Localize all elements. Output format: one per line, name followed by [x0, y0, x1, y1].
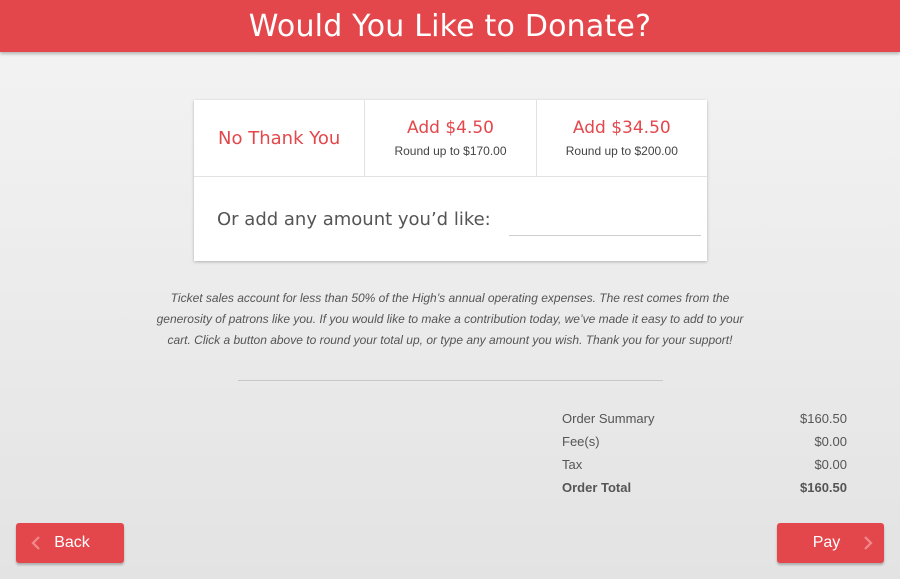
- page-title: Would You Like to Donate?: [248, 8, 652, 44]
- summary-value: $0.00: [814, 457, 847, 472]
- custom-amount-input[interactable]: [508, 210, 701, 236]
- no-thank-you-button[interactable]: No Thank You: [194, 100, 366, 176]
- back-button[interactable]: Back: [16, 523, 124, 563]
- custom-amount-row: Or add any amount you’d like:: [194, 177, 707, 261]
- add-34-50-button[interactable]: Add $34.50 Round up to $200.00: [537, 100, 707, 176]
- option-label: No Thank You: [218, 127, 341, 149]
- donation-options: No Thank You Add $4.50 Round up to $170.…: [194, 100, 707, 177]
- chevron-left-icon: [31, 536, 40, 550]
- option-subtext: Round up to $170.00: [394, 144, 507, 158]
- summary-label: Order Total: [562, 480, 632, 495]
- chevron-right-icon: [864, 536, 873, 550]
- summary-label: Fee(s): [562, 434, 600, 449]
- summary-value: $0.00: [814, 434, 847, 449]
- custom-amount-label: Or add any amount you’d like:: [217, 208, 491, 230]
- summary-label: Order Summary: [562, 411, 655, 426]
- summary-label: Tax: [562, 457, 583, 472]
- summary-value: $160.50: [800, 411, 847, 426]
- option-label: Add $34.50: [572, 118, 671, 138]
- add-4-50-button[interactable]: Add $4.50 Round up to $170.00: [365, 100, 537, 176]
- divider: [238, 380, 663, 381]
- donation-card: No Thank You Add $4.50 Round up to $170.…: [194, 100, 707, 261]
- summary-row: Fee(s) $0.00: [562, 430, 847, 453]
- order-summary: Order Summary $160.50 Fee(s) $0.00 Tax $…: [562, 407, 847, 499]
- summary-row: Order Summary $160.50: [562, 407, 847, 430]
- donation-message: Ticket sales account for less than 50% o…: [156, 291, 744, 347]
- pay-button[interactable]: Pay: [777, 523, 884, 563]
- header-bar: Would You Like to Donate?: [0, 0, 900, 52]
- option-subtext: Round up to $200.00: [565, 144, 678, 158]
- option-label: Add $4.50: [407, 118, 494, 138]
- summary-value: $160.50: [800, 480, 847, 495]
- summary-row: Tax $0.00: [562, 453, 847, 476]
- order-total-row: Order Total $160.50: [562, 476, 847, 499]
